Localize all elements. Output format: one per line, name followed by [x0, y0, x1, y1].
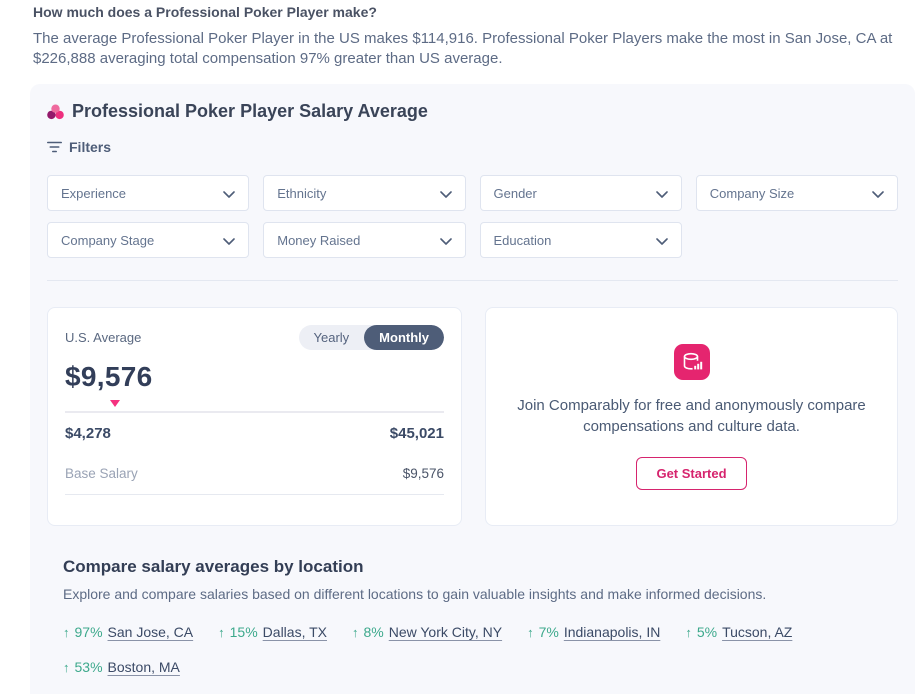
us-average-label: U.S. Average	[65, 330, 141, 345]
location-item: ↑ 97% San Jose, CA	[63, 624, 193, 640]
location-delta: 97%	[75, 624, 103, 640]
dropdown-company-stage[interactable]: Company Stage	[47, 222, 249, 258]
chevron-down-icon	[656, 233, 668, 248]
chevron-down-icon	[440, 186, 452, 201]
locations-subtitle: Explore and compare salaries based on di…	[63, 586, 898, 602]
location-item: ↑ 7% Indianapolis, IN	[527, 624, 660, 640]
period-toggle: Yearly Monthly	[299, 325, 444, 350]
page-title: Professional Poker Player Salary Average	[72, 101, 428, 122]
join-comparably-card: Join Comparably for free and anonymously…	[485, 307, 898, 526]
locations-section: Compare salary averages by location Expl…	[47, 557, 898, 675]
get-started-button[interactable]: Get Started	[636, 457, 746, 490]
panel-title-row: Professional Poker Player Salary Average	[47, 101, 898, 122]
club-icon	[47, 104, 64, 120]
location-delta: 5%	[697, 624, 717, 640]
salary-range-track	[65, 399, 444, 408]
arrow-up-icon: ↑	[63, 625, 70, 640]
location-delta: 8%	[364, 624, 384, 640]
filters-label: Filters	[69, 139, 111, 155]
dropdown-label: Experience	[61, 186, 126, 201]
locations-title: Compare salary averages by location	[63, 557, 898, 577]
page-answer: The average Professional Poker Player in…	[33, 29, 893, 69]
salary-range-min: $4,278	[65, 425, 111, 442]
salary-panel: Professional Poker Player Salary Average…	[30, 84, 915, 694]
location-item: ↑ 8% New York City, NY	[352, 624, 502, 640]
location-link-indianapolis[interactable]: Indianapolis, IN	[564, 624, 661, 640]
filter-dropdowns: Experience Ethnicity Gender Company Size…	[47, 175, 898, 258]
chevron-down-icon	[656, 186, 668, 201]
chevron-down-icon	[872, 186, 884, 201]
us-average-card: U.S. Average Yearly Monthly $9,576 $4,27…	[47, 307, 462, 526]
average-salary-amount: $9,576	[65, 361, 444, 393]
database-icon	[674, 344, 710, 380]
cards-row: U.S. Average Yearly Monthly $9,576 $4,27…	[47, 307, 898, 526]
page-question: How much does a Professional Poker Playe…	[33, 4, 917, 20]
arrow-up-icon: ↑	[218, 625, 225, 640]
dropdown-experience[interactable]: Experience	[47, 175, 249, 211]
chevron-down-icon	[440, 233, 452, 248]
dropdown-label: Education	[494, 233, 552, 248]
location-item: ↑ 53% Boston, MA	[63, 659, 180, 675]
location-item: ↑ 15% Dallas, TX	[218, 624, 327, 640]
location-delta: 7%	[539, 624, 559, 640]
arrow-up-icon: ↑	[63, 660, 70, 675]
section-divider	[47, 280, 898, 281]
salary-range-bar	[65, 411, 444, 413]
location-link-boston[interactable]: Boston, MA	[108, 659, 180, 675]
location-links: ↑ 97% San Jose, CA ↑ 15% Dallas, TX ↑ 8%…	[63, 624, 863, 675]
dropdown-ethnicity[interactable]: Ethnicity	[263, 175, 465, 211]
base-salary-row: Base Salary $9,576	[65, 466, 444, 495]
dropdown-label: Ethnicity	[277, 186, 326, 201]
location-link-new-york[interactable]: New York City, NY	[389, 624, 502, 640]
join-message: Join Comparably for free and anonymously…	[507, 395, 877, 437]
chevron-down-icon	[223, 186, 235, 201]
page-header: How much does a Professional Poker Playe…	[0, 0, 917, 69]
arrow-up-icon: ↑	[352, 625, 359, 640]
filters-toggle[interactable]: Filters	[47, 139, 898, 155]
dropdown-label: Company Stage	[61, 233, 154, 248]
toggle-yearly[interactable]: Yearly	[299, 325, 365, 350]
dropdown-label: Money Raised	[277, 233, 360, 248]
dropdown-education[interactable]: Education	[480, 222, 682, 258]
arrow-up-icon: ↑	[527, 625, 534, 640]
location-link-tucson[interactable]: Tucson, AZ	[722, 624, 792, 640]
arrow-up-icon: ↑	[685, 625, 692, 640]
dropdown-company-size[interactable]: Company Size	[696, 175, 898, 211]
location-delta: 53%	[75, 659, 103, 675]
base-salary-label: Base Salary	[65, 466, 138, 481]
toggle-monthly[interactable]: Monthly	[364, 325, 444, 350]
location-link-dallas[interactable]: Dallas, TX	[263, 624, 327, 640]
location-delta: 15%	[230, 624, 258, 640]
base-salary-value: $9,576	[403, 466, 444, 481]
dropdown-gender[interactable]: Gender	[480, 175, 682, 211]
location-link-san-jose[interactable]: San Jose, CA	[108, 624, 194, 640]
dropdown-label: Gender	[494, 186, 537, 201]
chevron-down-icon	[223, 233, 235, 248]
dropdown-money-raised[interactable]: Money Raised	[263, 222, 465, 258]
location-item: ↑ 5% Tucson, AZ	[685, 624, 792, 640]
salary-marker	[110, 400, 120, 407]
dropdown-label: Company Size	[710, 186, 795, 201]
filter-icon	[47, 141, 62, 153]
salary-range-max: $45,021	[390, 425, 444, 442]
